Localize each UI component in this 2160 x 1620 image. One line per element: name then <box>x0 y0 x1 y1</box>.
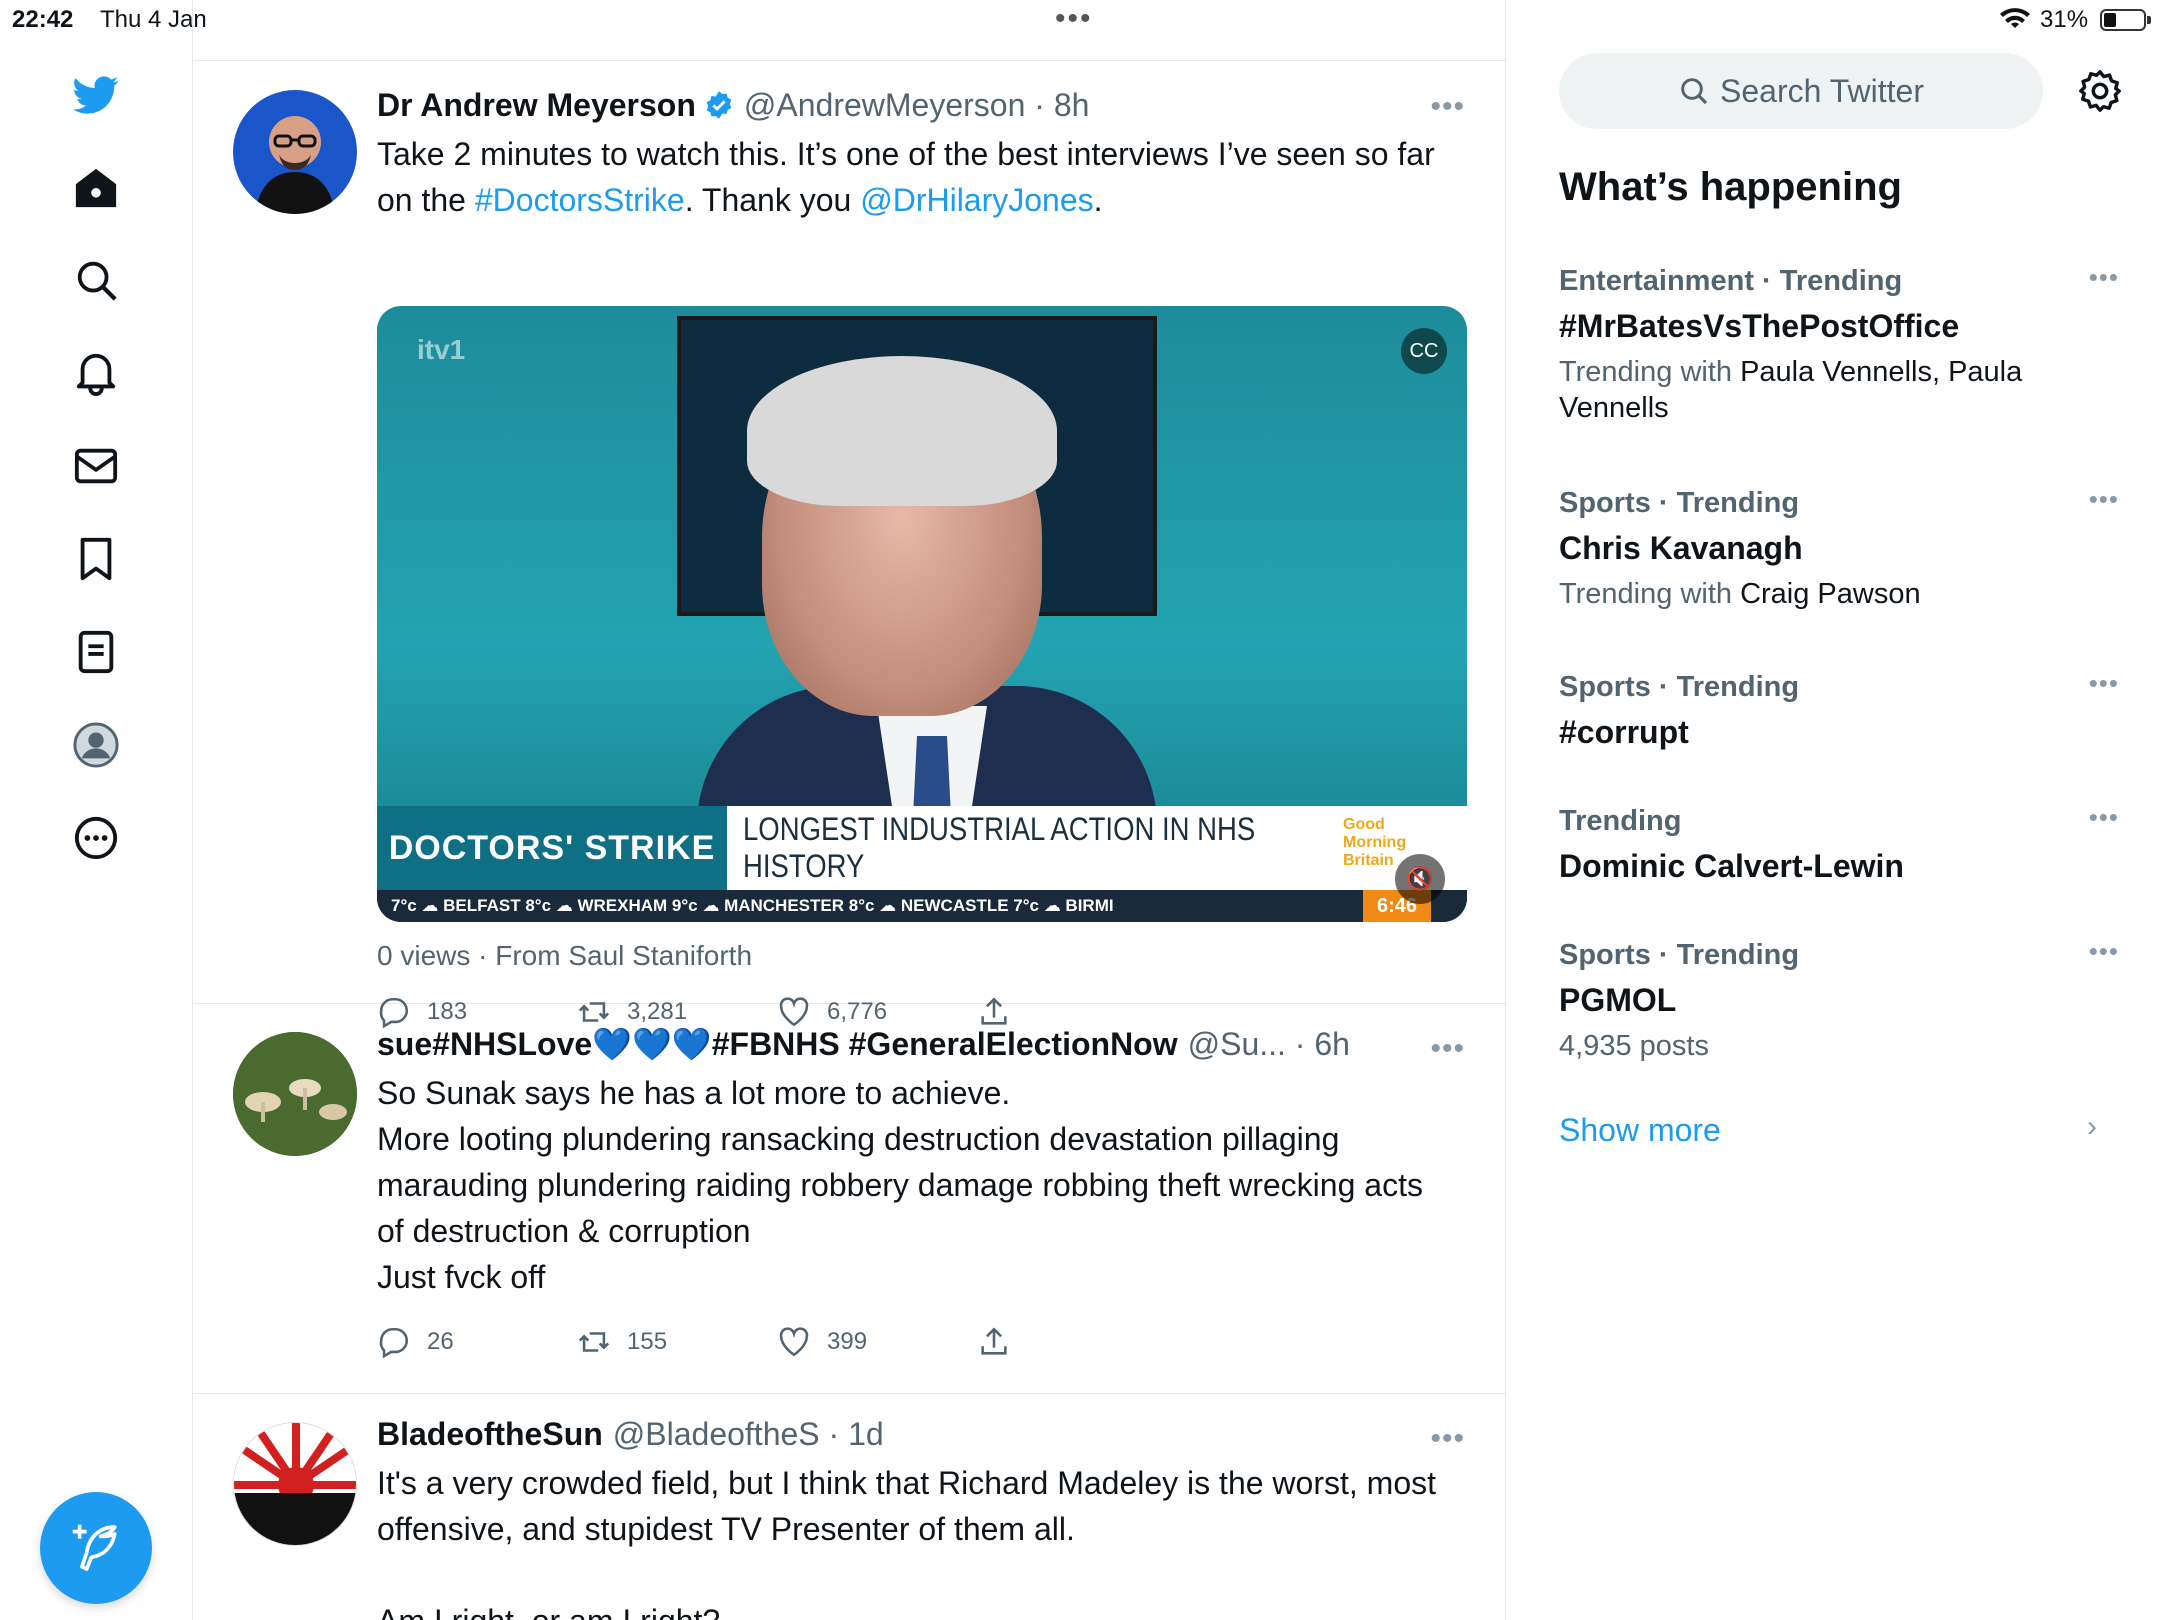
bookmarks-icon[interactable] <box>61 524 131 594</box>
search-icon <box>1681 78 1708 105</box>
news-strap: DOCTORS' STRIKE LONGEST INDUSTRIAL ACTIO… <box>377 806 1467 890</box>
status-time: 22:42 <box>12 6 74 33</box>
tweet-more-icon[interactable]: ••• <box>1430 1422 1465 1456</box>
trend-item[interactable]: Sports · Trending #corrupt ••• <box>1559 668 2119 754</box>
author-name[interactable]: Dr Andrew Meyerson <box>377 85 696 125</box>
trend-more-icon[interactable]: ••• <box>2089 668 2119 699</box>
retweet-icon <box>578 1332 610 1352</box>
whats-happening-heading: What’s happening <box>1559 165 1902 209</box>
settings-gear-icon[interactable] <box>2077 68 2123 114</box>
heart-icon <box>779 1327 809 1357</box>
tweet-text: It's a very crowded field, but I think t… <box>377 1465 1436 1620</box>
trend-more-icon[interactable]: ••• <box>2089 936 2119 967</box>
trend-item[interactable]: Entertainment · Trending #MrBatesVsThePo… <box>1559 262 2119 426</box>
captions-icon[interactable]: CC <box>1401 328 1447 374</box>
like-button[interactable]: 399 <box>777 1322 867 1362</box>
notifications-bell-icon[interactable] <box>61 338 131 408</box>
mute-icon[interactable]: 🔇 <box>1395 854 1445 904</box>
compose-feather-icon <box>72 1524 117 1571</box>
strap-label: DOCTORS' STRIKE <box>377 806 727 890</box>
status-date: Thu 4 Jan <box>100 6 207 33</box>
trend-more-icon[interactable]: ••• <box>2089 802 2119 833</box>
chevron-right-icon: › <box>2087 1110 2097 1143</box>
author-avatar[interactable] <box>233 1422 357 1546</box>
verified-badge-icon <box>706 91 732 119</box>
more-options-icon[interactable] <box>61 803 131 873</box>
author-name[interactable]: sue#NHSLove💙💙💙#FBNHS #GeneralElectionNow <box>377 1024 1178 1064</box>
channel-logo: itv1 <box>417 334 466 365</box>
timeline: Dr Andrew Meyerson @AndrewMeyerson · 8h … <box>192 0 1507 1620</box>
side-navigation <box>0 40 192 1620</box>
tweet[interactable]: Dr Andrew Meyerson @AndrewMeyerson · 8h … <box>193 60 1507 1029</box>
author-avatar[interactable] <box>233 90 357 214</box>
tweet[interactable]: BladeoftheSun @BladeoftheS · 1d It's a v… <box>193 1394 1507 1620</box>
search-icon[interactable] <box>61 245 131 315</box>
share-button[interactable] <box>977 1322 1027 1362</box>
trend-item[interactable]: Sports · Trending PGMOL 4,935 posts ••• <box>1559 936 2119 1064</box>
twitter-logo-icon[interactable] <box>61 60 131 130</box>
tweet[interactable]: sue#NHSLove💙💙💙#FBNHS #GeneralElectionNow… <box>193 1004 1507 1394</box>
strap-headline: LONGEST INDUSTRIAL ACTION IN NHS HISTORY <box>743 811 1256 884</box>
profile-avatar-icon[interactable] <box>61 710 131 780</box>
author-handle-time[interactable]: @BladeoftheS · 1d <box>613 1414 884 1454</box>
tweet-text: So Sunak says he has a lot more to achie… <box>377 1075 1423 1295</box>
home-icon[interactable] <box>61 153 131 223</box>
author-handle-time[interactable]: @AndrewMeyerson · 8h <box>744 85 1090 125</box>
mention-link[interactable]: @DrHilaryJones <box>860 182 1093 218</box>
trend-more-icon[interactable]: ••• <box>2089 484 2119 515</box>
trend-more-icon[interactable]: ••• <box>2089 262 2119 293</box>
author-name[interactable]: BladeoftheSun <box>377 1414 603 1454</box>
view-count: 0 views · From Saul Staniforth <box>377 940 753 971</box>
tweet-more-icon[interactable]: ••• <box>1430 90 1465 124</box>
search-input[interactable]: Search Twitter <box>1559 53 2043 129</box>
search-placeholder: Search Twitter <box>1720 72 1924 109</box>
tweet-video[interactable]: itv1 CC DOCTORS' STRIKE LONGEST INDUSTRI… <box>377 306 1467 922</box>
reply-button[interactable]: 26 <box>377 1322 454 1362</box>
messages-envelope-icon[interactable] <box>61 431 131 501</box>
compose-tweet-button[interactable] <box>40 1492 152 1604</box>
trend-item[interactable]: Trending Dominic Calvert-Lewin ••• <box>1559 802 2119 888</box>
author-handle-time[interactable]: @Su... · 6h <box>1188 1024 1350 1064</box>
show-more-link[interactable]: Show more <box>1559 1112 1721 1149</box>
lists-icon[interactable] <box>61 617 131 687</box>
trend-item[interactable]: Sports · Trending Chris Kavanagh Trendin… <box>1559 484 2119 612</box>
author-avatar[interactable] <box>233 1032 357 1156</box>
retweet-button[interactable]: 155 <box>577 1322 667 1362</box>
hashtag-link[interactable]: #DoctorsStrike <box>475 182 685 218</box>
right-sidebar: Search Twitter What’s happening Entertai… <box>1507 0 2160 1620</box>
tweet-more-icon[interactable]: ••• <box>1430 1032 1465 1066</box>
tweet-text: Take 2 minutes to watch this. It’s one o… <box>377 136 1435 218</box>
reply-icon <box>379 1327 408 1359</box>
tweet-actions: 26 155 399 <box>377 1322 1077 1362</box>
share-icon <box>981 1327 1007 1355</box>
weather-ticker: 7°c ☁ BELFAST 8°c ☁ WREXHAM 9°c ☁ MANCHE… <box>377 890 1467 922</box>
